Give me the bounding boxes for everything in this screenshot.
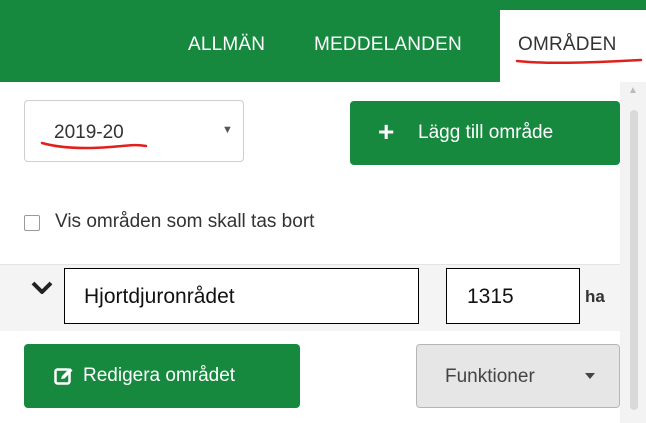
annotation-underline-season [40, 141, 148, 150]
show-removed-checkbox[interactable] [24, 215, 40, 231]
annotation-underline-tab [515, 58, 643, 65]
tab-messages[interactable]: MEDDELANDEN [314, 34, 462, 56]
tab-areas[interactable]: OMRÅDEN [518, 34, 617, 56]
scrollbar-thumb[interactable] [630, 110, 638, 410]
functions-dropdown-button[interactable]: Funktioner [416, 344, 620, 408]
edit-area-button[interactable]: Redigera området [24, 344, 300, 408]
add-area-button[interactable]: + Lägg till område [350, 101, 620, 165]
area-size-value: 1315 [467, 285, 514, 308]
area-size-unit: ha [585, 287, 605, 306]
show-removed-label: Vis områden som skall tas bort [55, 211, 315, 232]
area-name-field[interactable]: Hjortdjuronrådet [64, 268, 419, 324]
area-name-value: Hjortdjuronrådet [84, 285, 235, 308]
area-size-field[interactable]: 1315 [446, 268, 580, 324]
season-select[interactable]: 2019-20 ▼ [24, 100, 244, 162]
tab-general[interactable]: ALLMÄN [188, 34, 265, 56]
scroll-up-icon[interactable]: ▲ [626, 84, 640, 98]
caret-down-icon [585, 373, 595, 379]
add-area-label: Lägg till område [418, 122, 554, 143]
edit-icon [54, 368, 73, 385]
caret-down-icon: ▼ [222, 124, 233, 136]
edit-area-label: Redigera området [83, 365, 236, 386]
plus-icon: + [378, 116, 395, 147]
chevron-down-icon[interactable] [30, 280, 54, 296]
functions-label: Funktioner [445, 366, 535, 387]
